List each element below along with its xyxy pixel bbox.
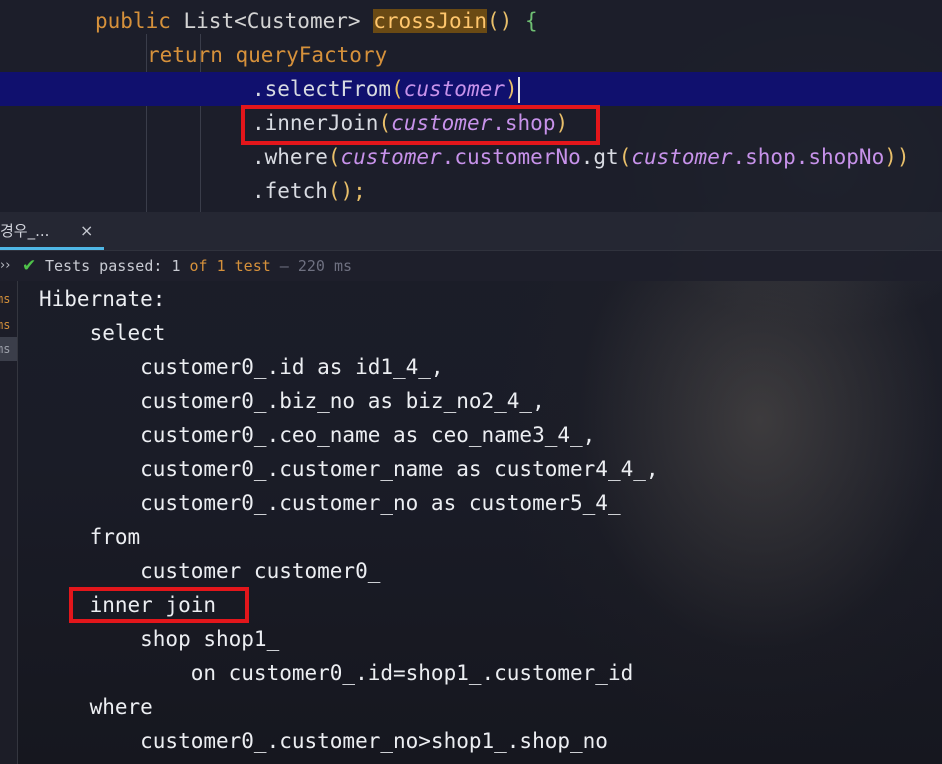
- status-of: of: [180, 257, 217, 275]
- code-line-select-from[interactable]: .selectFrom(customer): [0, 72, 942, 106]
- fetch-call: .fetch: [252, 179, 328, 203]
- total-count: 1 test: [216, 257, 271, 275]
- console-line: customer0_.ceo_name as ceo_name3_4_,: [39, 423, 596, 447]
- query-factory: queryFactory: [235, 43, 388, 67]
- paren-open: (: [327, 145, 341, 169]
- code-line-method-signature[interactable]: public List<Customer> crossJoin() {: [95, 4, 942, 38]
- paren-close: )): [884, 145, 910, 169]
- console-line: on customer0_.id=shop1_.customer_id: [39, 661, 646, 685]
- console-line: shop shop1_: [39, 627, 292, 651]
- highlight-box-inner-join-sql: [69, 587, 249, 623]
- paren-open: (: [391, 77, 404, 101]
- paren-open: (: [618, 145, 632, 169]
- console-line: where: [39, 695, 153, 719]
- test-tree-item-selected[interactable]: ms: [0, 337, 17, 361]
- console-output[interactable]: Hibernate: select customer0_.id as id1_4…: [17, 281, 942, 764]
- console-line: customer0_.customer_no as customer5_4_: [39, 491, 634, 515]
- run-tab[interactable]: 경우_... ×: [0, 212, 104, 250]
- shop-field: .shop: [732, 145, 796, 169]
- customer-arg: customer: [631, 145, 733, 169]
- code-line-fetch[interactable]: .fetch();: [252, 174, 942, 208]
- highlight-box-inner-join-code: [241, 105, 600, 145]
- console-line: Hibernate:: [39, 287, 179, 311]
- keyword-return: return: [147, 43, 223, 67]
- close-icon[interactable]: ×: [80, 212, 93, 250]
- tab-active-indicator: [0, 247, 104, 250]
- return-type: List<Customer>: [183, 9, 361, 33]
- keyword-public: public: [95, 9, 171, 33]
- code-line-return[interactable]: return queryFactory: [147, 38, 942, 72]
- customer-arg: customer: [403, 77, 505, 101]
- console-line: select: [39, 321, 166, 345]
- console-line: customer0_.id as id1_4_,: [39, 355, 444, 379]
- fetch-parens: ();: [327, 179, 366, 203]
- code-line-where[interactable]: .where(customer.customerNo.gt(customer.s…: [252, 140, 942, 174]
- text-caret: [517, 77, 520, 103]
- code-editor[interactable]: public List<Customer> crossJoin() { retu…: [0, 0, 942, 212]
- test-status-bar: ›› ✔ Tests passed: 1 of 1 test – 220 ms: [0, 251, 942, 281]
- check-icon: ✔: [22, 256, 37, 276]
- console-line: customer0_.customer_name as customer4_4_…: [39, 457, 659, 481]
- where-call: .where: [252, 145, 328, 169]
- shop-no-field: .shopNo: [795, 145, 885, 169]
- test-tree-item[interactable]: ms: [0, 287, 17, 311]
- run-tab-label: 경우_...: [0, 222, 50, 240]
- customer-no-field: .customerNo: [441, 145, 581, 169]
- method-name: crossJoin: [373, 9, 487, 33]
- test-duration: 220 ms: [297, 257, 353, 275]
- customer-arg: customer: [340, 145, 442, 169]
- paren-close: ): [504, 77, 518, 101]
- open-brace: {: [524, 9, 538, 33]
- select-from-call: .selectFrom: [252, 77, 392, 101]
- status-prefix: Tests passed:: [45, 257, 172, 275]
- run-tab-bar: 경우_... ×: [0, 212, 942, 251]
- console-line: customer customer0_: [39, 559, 394, 583]
- tests-passed-text: Tests passed: 1 of 1 test – 220 ms: [45, 251, 352, 281]
- test-tree-item[interactable]: ms: [0, 313, 17, 337]
- method-parens: (): [486, 9, 513, 33]
- test-tree-strip[interactable]: ms ms ms: [0, 281, 18, 764]
- console-line: customer0_.biz_no as biz_no2_4_,: [39, 389, 545, 413]
- gt-call: .gt: [580, 145, 619, 169]
- expand-chevron-icon[interactable]: ››: [0, 251, 10, 281]
- console-line: from: [39, 525, 141, 549]
- console-line: customer0_.customer_no>shop1_.shop_no: [39, 729, 608, 753]
- status-separator: –: [270, 257, 298, 275]
